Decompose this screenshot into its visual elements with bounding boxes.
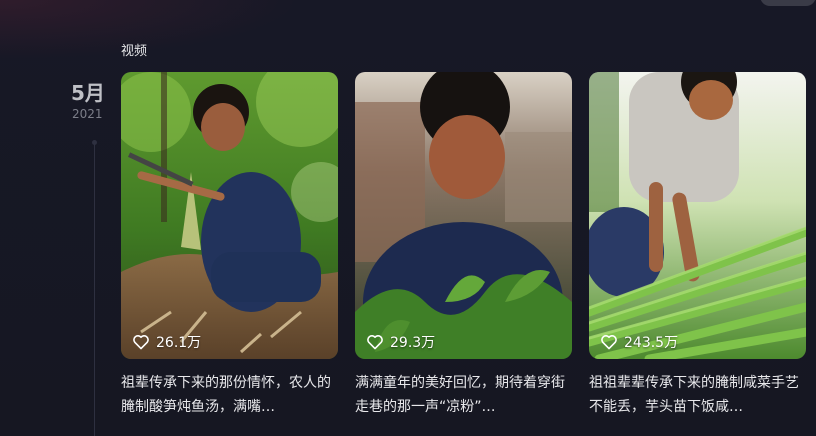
like-count: 26.1万 <box>132 332 201 352</box>
like-count-value: 243.5万 <box>624 335 679 351</box>
like-count-value: 29.3万 <box>390 335 436 351</box>
video-card[interactable]: 243.5万 祖祖辈辈传承下来的腌制咸菜手艺不能丢，芋头苗下饭咸… <box>589 72 806 419</box>
heart-outline-icon[interactable] <box>132 334 150 350</box>
heart-outline-icon[interactable] <box>366 334 384 350</box>
video-timeline-page: 视频 5月 2021 26.1万 祖辈传承下来的那份情怀，农人的腌制酸笋炖鱼汤，… <box>0 0 816 436</box>
avatar[interactable] <box>760 0 816 6</box>
video-card[interactable]: 26.1万 祖辈传承下来的那份情怀，农人的腌制酸笋炖鱼汤，满嘴… <box>121 72 338 419</box>
header-glow <box>0 0 300 60</box>
thumbnail-image-woman-picking <box>355 72 572 359</box>
like-count-value: 26.1万 <box>156 335 202 351</box>
section-title: 视频 <box>121 44 148 59</box>
video-card[interactable]: 29.3万 满满童年的美好回忆，期待着穿街走巷的那一声“凉粉”… <box>355 72 572 419</box>
video-thumbnail[interactable]: 29.3万 <box>355 72 572 359</box>
timeline-line <box>94 142 95 436</box>
video-thumbnail[interactable]: 26.1万 <box>121 72 338 359</box>
like-count: 243.5万 <box>600 332 678 352</box>
like-count: 29.3万 <box>366 332 435 352</box>
video-thumbnail[interactable]: 243.5万 <box>589 72 806 359</box>
video-caption[interactable]: 满满童年的美好回忆，期待着穿街走巷的那一声“凉粉”… <box>355 371 572 419</box>
timeline-month: 5月 <box>71 81 105 105</box>
heart-outline-icon[interactable] <box>600 334 618 350</box>
video-caption[interactable]: 祖祖辈辈传承下来的腌制咸菜手艺不能丢，芋头苗下饭咸… <box>589 371 806 419</box>
thumbnail-image-boy-digging <box>121 72 338 359</box>
thumbnail-image-woman-stems <box>589 72 806 359</box>
video-caption[interactable]: 祖辈传承下来的那份情怀，农人的腌制酸笋炖鱼汤，满嘴… <box>121 371 338 419</box>
timeline-year: 2021 <box>72 107 103 121</box>
